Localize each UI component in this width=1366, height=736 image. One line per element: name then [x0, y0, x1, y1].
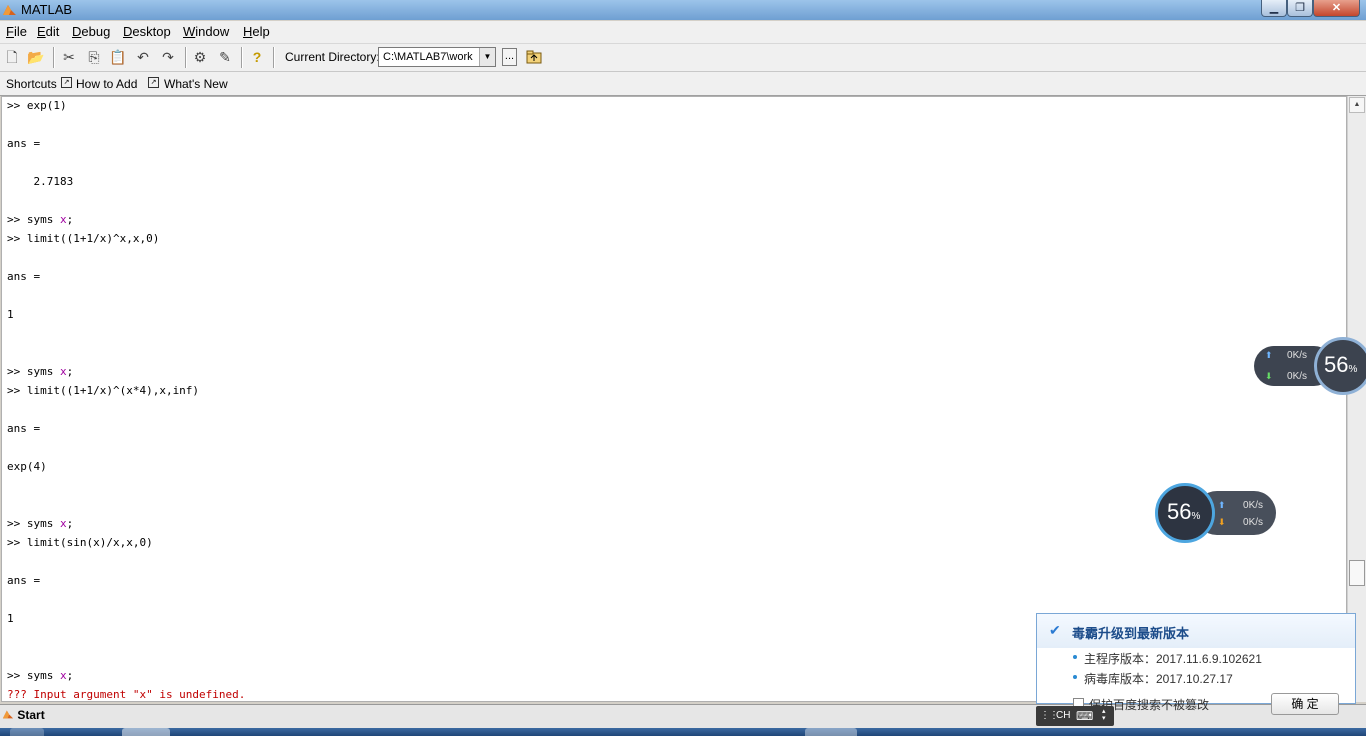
start-label: Start [17, 708, 45, 722]
virus-db-version-text: 病毒库版本：2017.10.27.17 [1084, 672, 1233, 686]
menu-help[interactable]: Help [243, 24, 270, 39]
menu-edit[interactable]: Edit [37, 24, 59, 39]
console-error-line: ??? Input argument "x" is undefined. [7, 688, 246, 701]
how-to-add-link[interactable]: How to Add [76, 77, 137, 91]
download-arrow-icon: ⬇ [1265, 371, 1273, 381]
copy-icon[interactable]: ⎘ [85, 48, 103, 66]
browse-directory-button[interactable]: ... [502, 48, 517, 66]
popup-header: ✔ 毒霸升级到最新版本 [1037, 614, 1355, 648]
folder-up-icon[interactable] [525, 48, 543, 66]
minimize-button[interactable]: ▁ [1261, 0, 1287, 17]
close-icon: ✕ [1331, 2, 1342, 14]
bullet-icon [1073, 655, 1077, 659]
confirm-button[interactable]: 确 定 [1271, 693, 1339, 715]
popup-title: 毒霸升级到最新版本 [1072, 626, 1190, 641]
console-line: ans = [7, 137, 41, 150]
upload-speed: 0K/s [1243, 500, 1264, 511]
current-directory-select[interactable]: C:\MATLAB7\work ▼ [378, 47, 496, 67]
console-line: 1 [7, 308, 14, 321]
taskbar-item[interactable] [805, 728, 857, 736]
upload-speed: 0K/s [1287, 350, 1308, 361]
current-directory-value: C:\MATLAB7\work [383, 51, 473, 63]
download-speed: 0K/s [1243, 517, 1264, 528]
start-button[interactable]: Start [2, 708, 45, 722]
console-line: >> limit((1+1/x)^x,x,0) [7, 232, 160, 245]
toolbar-separator [53, 47, 55, 68]
menu-debug[interactable]: Debug [72, 24, 110, 39]
shortcut-link-icon: ↗ [148, 77, 159, 88]
scrollbar-thumb[interactable] [1349, 560, 1365, 586]
console-line: 2.7183 [7, 175, 74, 188]
undo-icon[interactable]: ↶ [134, 48, 152, 66]
cut-icon[interactable]: ✂ [60, 48, 78, 66]
download-speed: 0K/s [1287, 371, 1308, 382]
cpu-percent: 56% [1167, 499, 1201, 524]
bullet-icon [1073, 675, 1077, 679]
duba-logo-icon: ✔ [1049, 622, 1061, 638]
shortcuts-bar: Shortcuts ↗ How to Add ↗ What's New [0, 72, 1366, 96]
help-icon[interactable]: ? [248, 48, 266, 66]
menu-desktop[interactable]: Desktop [123, 24, 171, 39]
console-line: >> syms x; [7, 517, 74, 530]
ime-toolbar[interactable]: ⋮⋮ CH ⌨ ▴ ▾ [1036, 706, 1114, 726]
shortcut-link-icon: ↗ [61, 77, 72, 88]
scroll-up-icon[interactable]: ▲ [1349, 97, 1365, 113]
redo-icon[interactable]: ↷ [159, 48, 177, 66]
main-version-text: 主程序版本：2017.11.6.9.102621 [1084, 652, 1262, 666]
windows-taskbar [0, 728, 1366, 736]
cpu-percent: 56% [1324, 352, 1358, 377]
console-line: >> limit(sin(x)/x,x,0) [7, 536, 153, 549]
window-title: MATLAB [21, 2, 73, 17]
whats-new-link[interactable]: What's New [164, 77, 228, 91]
upload-arrow-icon: ⬆ [1265, 350, 1273, 360]
minimize-icon: ▁ [1269, 2, 1279, 14]
ime-language[interactable]: CH [1056, 710, 1070, 721]
network-monitor-widget[interactable]: ⬆ 0K/s ⬇ 0K/s 56% [1254, 337, 1366, 395]
ime-options-icon[interactable]: ▴ ▾ [1102, 708, 1106, 722]
open-file-icon[interactable]: 📂 [27, 48, 45, 66]
console-line: >> limit((1+1/x)^(x*4),x,inf) [7, 384, 200, 397]
toolbar-separator [241, 47, 243, 68]
paste-icon[interactable]: 📋 [109, 48, 127, 66]
maximize-icon: ❐ [1295, 2, 1305, 14]
current-directory-label: Current Directory: [285, 50, 380, 64]
maximize-button[interactable]: ❐ [1287, 0, 1313, 17]
matlab-logo-icon [2, 710, 14, 719]
vertical-scrollbar[interactable]: ▲ [1347, 96, 1366, 702]
toolbar-separator [273, 47, 275, 68]
menu-file[interactable]: File [6, 24, 27, 39]
command-window[interactable]: >> exp(1) ans = 2.7183 >> syms x; >> lim… [1, 96, 1347, 702]
update-notification-popup: ✔ 毒霸升级到最新版本 主程序版本：2017.11.6.9.102621 病毒库… [1036, 613, 1356, 715]
toolbar: 🗋 📂 ✂ ⎘ 📋 ↶ ↷ ⚙ ✎ ? Current Directory: C… [0, 44, 1366, 72]
new-file-icon[interactable]: 🗋 [3, 48, 21, 66]
console-line: >> syms x; [7, 213, 74, 226]
taskbar-item[interactable] [122, 728, 170, 736]
shortcuts-label: Shortcuts [6, 77, 57, 91]
taskbar-item[interactable] [10, 728, 44, 736]
title-bar: MATLAB ▁ ❐ ✕ [0, 0, 1366, 20]
guide-icon[interactable]: ✎ [216, 48, 234, 66]
upload-arrow-icon: ⬆ [1218, 500, 1226, 510]
console-line: 1 [7, 612, 14, 625]
close-button[interactable]: ✕ [1313, 0, 1360, 17]
toolbar-separator [185, 47, 187, 68]
download-arrow-icon: ⬇ [1218, 517, 1226, 527]
console-line: exp(4) [7, 460, 47, 473]
console-line: ans = [7, 574, 41, 587]
network-monitor-widget[interactable]: ⬆ 0K/s ⬇ 0K/s 56% [1155, 483, 1277, 543]
console-line: ans = [7, 422, 41, 435]
matlab-logo-icon [3, 5, 16, 15]
console-line: >> syms x; [7, 365, 74, 378]
console-line: >> exp(1) [7, 99, 67, 112]
menu-bar: File Edit Debug Desktop Window Help [0, 21, 1366, 44]
keyboard-icon[interactable]: ⌨ [1076, 709, 1093, 723]
console-line: ans = [7, 270, 41, 283]
console-line: >> syms x; [7, 669, 74, 682]
menu-window[interactable]: Window [183, 24, 229, 39]
simulink-icon[interactable]: ⚙ [191, 48, 209, 66]
chevron-down-icon[interactable]: ▼ [479, 48, 495, 66]
